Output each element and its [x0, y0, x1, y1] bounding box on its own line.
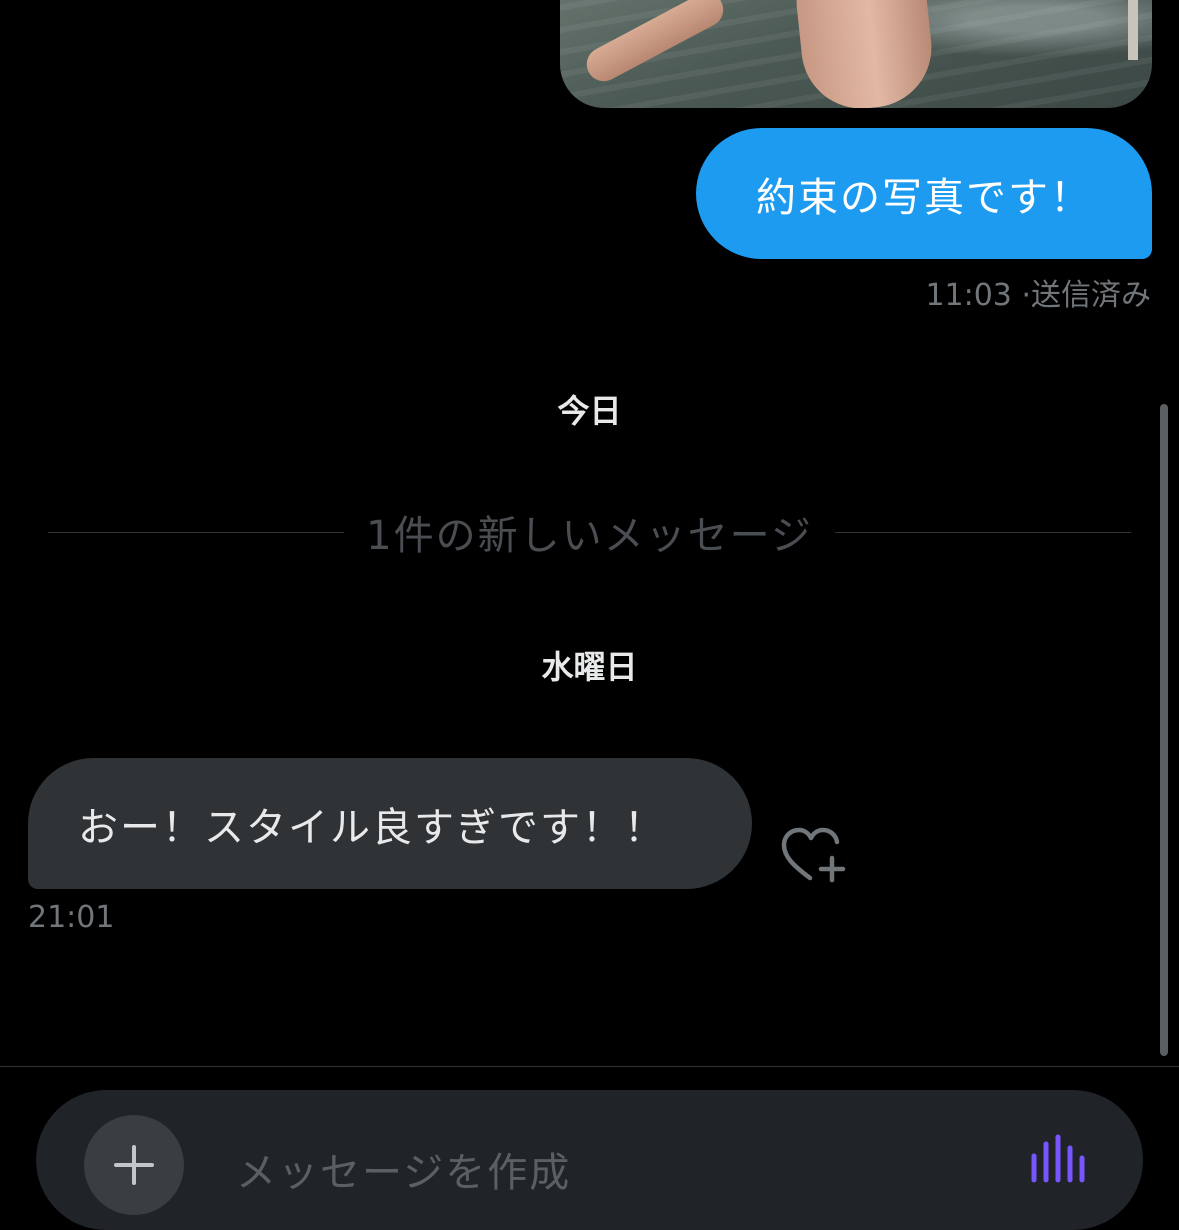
new-messages-label: 1件の新しいメッセージ [366, 513, 813, 559]
composer-divider [0, 1066, 1179, 1067]
photo-rail [1128, 0, 1138, 60]
new-messages-divider: 1件の新しいメッセージ [48, 502, 1131, 562]
outgoing-message-status: ·送信済み [1021, 278, 1151, 313]
outgoing-message-bubble[interactable]: 約束の写真です！ [696, 128, 1152, 259]
add-attachment-button[interactable] [84, 1115, 184, 1215]
voice-waveform-icon[interactable] [1030, 1134, 1090, 1184]
outgoing-message-text: 約束の写真です！ [756, 174, 1092, 221]
divider-line-left [48, 531, 345, 533]
heart-plus-icon[interactable] [780, 826, 846, 884]
outgoing-message-meta: 11:03 ·送信済み [925, 270, 1151, 314]
photo-attachment[interactable] [560, 0, 1152, 108]
date-separator-today: 今日 [557, 392, 622, 430]
outgoing-message-time: 11:03 [925, 278, 1012, 313]
incoming-message-text: おー！スタイル良すぎです！！ [78, 804, 666, 851]
scrollbar[interactable] [1160, 404, 1168, 1056]
incoming-message-bubble[interactable]: おー！スタイル良すぎです！！ [28, 758, 752, 889]
message-input[interactable]: メッセージを作成 [236, 1140, 571, 1198]
divider-line-right [834, 531, 1131, 533]
message-composer: メッセージを作成 [36, 1090, 1143, 1230]
plus-icon [114, 1145, 154, 1185]
date-separator-wednesday: 水曜日 [541, 648, 638, 686]
incoming-message-time: 21:01 [28, 900, 115, 935]
